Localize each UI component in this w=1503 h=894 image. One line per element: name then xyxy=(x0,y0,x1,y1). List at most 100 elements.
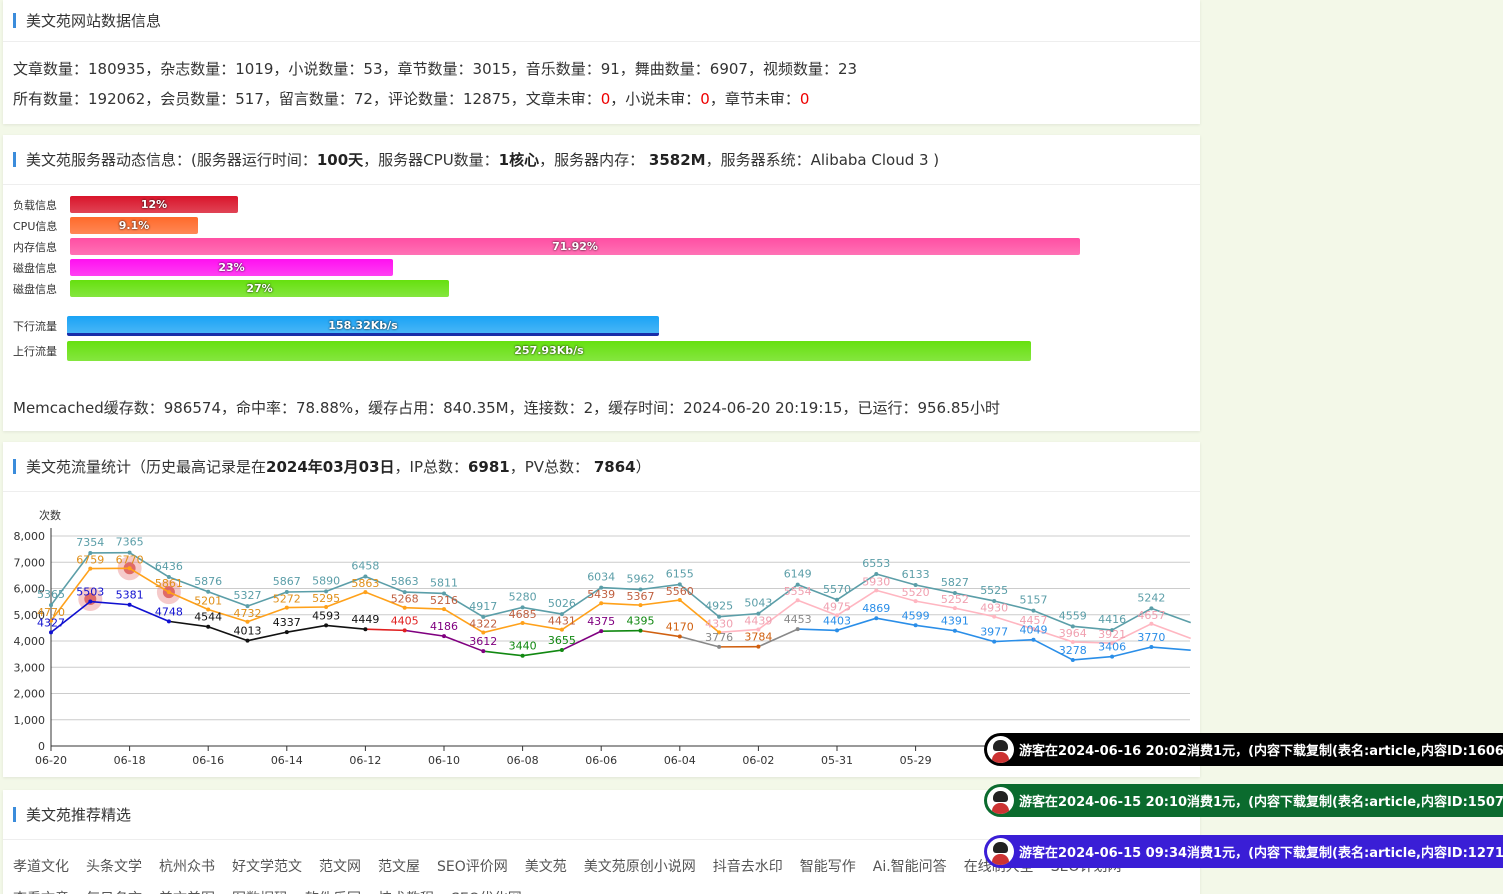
resource-label: 负载信息 xyxy=(13,198,57,212)
ip-data-label: 4170 xyxy=(666,621,694,634)
pv-data-label: 5863 xyxy=(391,575,419,588)
ip-point xyxy=(835,628,839,633)
resource-row: 负载信息 xyxy=(13,196,69,213)
ip-point xyxy=(481,649,486,654)
chapter-pending-count: 0 xyxy=(799,90,810,108)
uv-data-label: 4975 xyxy=(823,600,851,613)
uv-data-label: 5295 xyxy=(312,592,340,605)
ip-data-label: 4599 xyxy=(902,609,930,622)
recommend-link[interactable]: 美文苑原创小说网 xyxy=(584,859,696,875)
x-tick-label: 05-29 xyxy=(900,754,932,767)
pv-data-label: 4917 xyxy=(469,600,497,613)
x-tick-label: 06-12 xyxy=(349,754,381,767)
recommend-link[interactable]: Ai.智能问答 xyxy=(873,859,947,875)
header-accent xyxy=(13,807,16,822)
resource-label: 磁盘信息 xyxy=(13,261,57,275)
recommend-link[interactable]: 孝道文化 xyxy=(13,859,69,875)
memcached-info: Memcached缓存数：986574，命中率：78.88%，缓存占用：840.… xyxy=(13,399,1000,417)
ip-point xyxy=(402,628,407,633)
recommend-link[interactable]: 智能写作 xyxy=(800,859,856,875)
y-tick-label: 0 xyxy=(38,740,45,753)
uv-data-label: 5252 xyxy=(941,593,969,606)
resource-bar: 12% xyxy=(70,196,238,213)
y-tick-label: 4,000 xyxy=(14,635,46,648)
server-mem: 3582M xyxy=(648,151,706,169)
ip-segment xyxy=(1151,646,1191,651)
pv-total: 7864 xyxy=(593,458,636,476)
uv-point xyxy=(677,598,682,603)
recommend-link[interactable]: 杭州众书 xyxy=(159,859,215,875)
uv-data-label: 5560 xyxy=(666,585,694,598)
ip-segment xyxy=(1072,655,1113,661)
pv-data-label: 5157 xyxy=(1020,594,1048,607)
uv-point xyxy=(481,630,486,635)
traffic-title-suffix: ） xyxy=(635,458,651,476)
traffic-header: 美文苑流量统计（历史最高记录是在2024年03月03日，IP总数：6981，PV… xyxy=(3,442,1200,492)
recommend-link[interactable]: 范文屋 xyxy=(378,859,420,875)
ip-label: ，IP总数： xyxy=(394,458,468,476)
ip-point xyxy=(520,653,525,658)
ip-segment xyxy=(365,628,405,632)
pv-data-label: 5570 xyxy=(823,583,851,596)
ip-data-label: 4593 xyxy=(312,609,340,622)
pv-data-label: 7365 xyxy=(116,536,144,549)
ip-data-label: 3612 xyxy=(469,635,497,648)
resource-label: CPU信息 xyxy=(13,219,58,233)
resource-bar: 27% xyxy=(70,280,449,297)
uv-data-label: 4685 xyxy=(509,608,537,621)
uv-data-label: 5216 xyxy=(430,594,458,607)
traffic-panel: 美文苑流量统计（历史最高记录是在2024年03月03日，IP总数：6981，PV… xyxy=(3,442,1200,777)
traffic-row: 下行流量 xyxy=(13,317,69,334)
uv-point xyxy=(599,601,604,606)
uv-point xyxy=(559,627,564,632)
pv-data-label: 5525 xyxy=(980,584,1008,597)
line2-prefix: 所有数量：192062，会员数量：517，留言数量：72，评论数量：12875，… xyxy=(13,90,601,108)
server-uptime: 100天 xyxy=(316,151,364,169)
uv-segment xyxy=(601,602,641,606)
pv-data-label: 5890 xyxy=(312,574,340,587)
recommend-link[interactable]: SEO评价网 xyxy=(437,859,508,875)
ip-point xyxy=(363,627,368,632)
recommend-link[interactable]: 头条文学 xyxy=(86,859,142,875)
y-tick-label: 2,000 xyxy=(14,688,46,701)
os-label: ，服务器系统：Alibaba Cloud 3 ) xyxy=(705,151,940,169)
pv-data-label: 6155 xyxy=(666,567,694,580)
recommend-link[interactable]: 美文苑 xyxy=(525,859,567,875)
site-stats-title: 美文苑网站数据信息 xyxy=(26,12,162,30)
uv-point xyxy=(88,566,93,571)
uv-point xyxy=(874,588,879,593)
y-tick-label: 3,000 xyxy=(14,661,46,674)
resource-bar: 23% xyxy=(70,259,393,276)
pv-data-label: 6553 xyxy=(862,557,890,570)
recommend-link[interactable]: 范文网 xyxy=(319,859,361,875)
uv-data-label: 4657 xyxy=(1137,609,1165,622)
ip-point xyxy=(952,628,957,633)
uv-data-label: 3921 xyxy=(1098,628,1126,641)
purchase-toast: 游客在2024-06-15 09:34消费1元，(内容下载复制(表名:artic… xyxy=(984,835,1503,868)
avatar-icon xyxy=(987,787,1014,814)
ip-data-label: 4748 xyxy=(155,605,183,618)
x-tick-label: 06-06 xyxy=(585,754,617,767)
ip-total: 6981 xyxy=(468,458,510,476)
ip-data-label: 3406 xyxy=(1098,641,1126,654)
resource-row: 内存信息 xyxy=(13,238,69,255)
ip-data-label: 4186 xyxy=(430,620,458,633)
resource-row: 磁盘信息 xyxy=(13,280,69,297)
site-stats-line1: 文章数量：180935，杂志数量：1019，小说数量：53，章节数量：3015，… xyxy=(13,60,858,78)
traffic-row: 上行流量 xyxy=(13,342,69,359)
ip-data-label: 4395 xyxy=(627,615,655,628)
ip-point xyxy=(717,644,722,649)
x-tick-label: 06-02 xyxy=(742,754,774,767)
resource-label: 内存信息 xyxy=(13,240,57,254)
uv-data-label: 5930 xyxy=(862,575,890,588)
purchase-toast: 游客在2024-06-16 20:02消费1元，(内容下载复制(表名:artic… xyxy=(984,733,1503,766)
traffic-bar: 158.32Kb/s xyxy=(67,316,659,336)
recommend-links-row2: 查看文章每日名言美文美图图数据码软件乐园技术教程SEO优化网 xyxy=(13,888,539,894)
resource-row: CPU信息 xyxy=(13,217,69,234)
ip-point xyxy=(1070,657,1075,662)
recommend-link[interactable]: 抖音去水印 xyxy=(713,859,783,875)
recommend-link[interactable]: 好文学范文 xyxy=(232,859,302,875)
uv-point xyxy=(245,619,250,624)
purchase-toast: 游客在2024-06-15 20:10消费1元，(内容下载复制(表名:artic… xyxy=(984,784,1503,817)
ip-data-label: 3977 xyxy=(980,626,1008,639)
